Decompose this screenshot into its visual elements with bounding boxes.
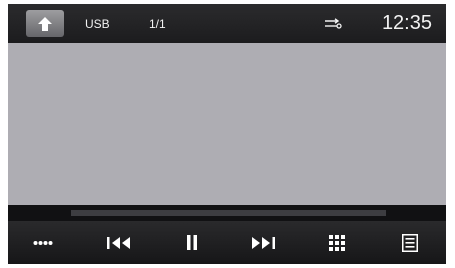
progress-bar[interactable] (71, 210, 386, 216)
grid-button[interactable] (312, 221, 362, 264)
list-button[interactable] (385, 221, 435, 264)
status-bar: USB 1/1 12:35 (8, 4, 446, 43)
more-icon (33, 240, 53, 245)
clock: 12:35 (381, 12, 432, 34)
more-button[interactable] (18, 221, 68, 264)
media-player-screen: USB 1/1 12:35 (8, 4, 446, 264)
next-button[interactable] (238, 221, 288, 264)
list-icon (402, 233, 418, 252)
progress-strip (8, 205, 446, 221)
previous-icon (107, 236, 130, 249)
grid-icon (329, 234, 345, 251)
control-bar (8, 221, 446, 264)
home-button[interactable] (26, 10, 64, 37)
next-icon (252, 236, 275, 249)
pause-button[interactable] (167, 221, 217, 264)
video-area[interactable] (8, 43, 446, 205)
previous-button[interactable] (94, 221, 144, 264)
home-icon (38, 16, 52, 31)
repeat-icon[interactable] (324, 18, 342, 30)
track-counter: 1/1 (149, 17, 166, 31)
pause-icon (187, 235, 197, 250)
source-label: USB (85, 17, 110, 31)
